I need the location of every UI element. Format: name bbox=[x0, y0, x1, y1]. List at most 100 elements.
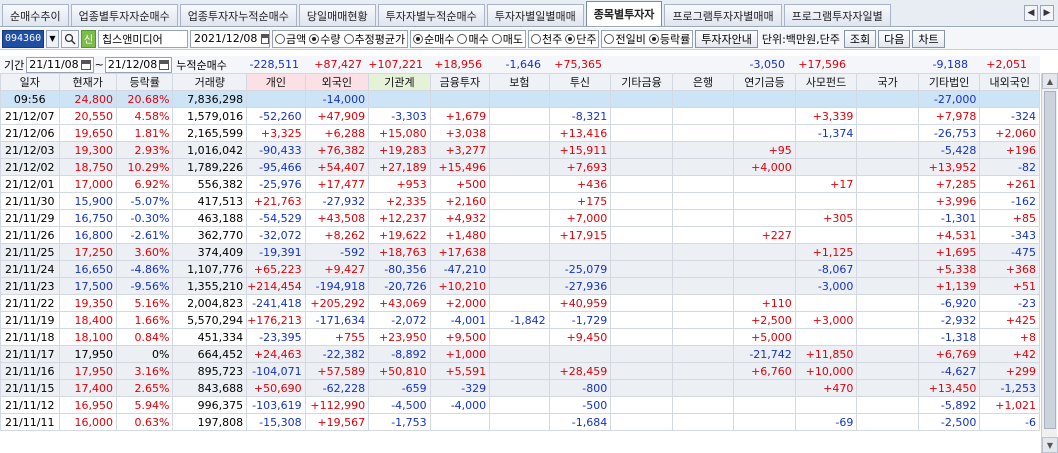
trade-side-radio-group: 순매수 매수 매도 bbox=[410, 29, 526, 48]
search-icon[interactable] bbox=[61, 29, 79, 48]
calendar-icon[interactable] bbox=[261, 33, 269, 44]
column-header[interactable]: 외국인 bbox=[304, 73, 370, 91]
table-cell bbox=[856, 209, 919, 227]
vertical-scrollbar[interactable]: ▲ ▼ bbox=[1041, 73, 1058, 453]
stock-code-input[interactable]: 094360 bbox=[2, 29, 44, 48]
period-to-field[interactable]: 21/12/08 bbox=[104, 56, 173, 73]
table-cell bbox=[671, 294, 735, 312]
radio-option[interactable]: 전일비 bbox=[604, 31, 646, 47]
column-header[interactable]: 금융투자 bbox=[429, 73, 491, 91]
column-header[interactable]: 기관계 bbox=[368, 73, 431, 91]
table-cell: 4.58% bbox=[115, 107, 174, 125]
radio-option[interactable]: 천주 bbox=[530, 31, 563, 47]
tab-4[interactable]: 투자자별누적순매수 bbox=[377, 4, 485, 26]
tab-2[interactable]: 업종투자자누적순매수 bbox=[179, 4, 297, 26]
query-date-field[interactable]: 2021/12/08 bbox=[190, 29, 270, 48]
radio-option[interactable]: 매수 bbox=[457, 31, 489, 47]
table-cell: 5.16% bbox=[115, 294, 174, 312]
tab-3[interactable]: 당일매매현황 bbox=[298, 4, 376, 26]
tab-scroll-right-icon[interactable]: ▶ bbox=[1040, 5, 1054, 21]
scrollbar-thumb[interactable] bbox=[1044, 91, 1056, 429]
code-dropdown-chevron-down-icon[interactable]: ▼ bbox=[46, 29, 59, 48]
table-row[interactable]: 21/11/16 17,950 3.16% 895,723 -104,071 +57,58… bbox=[0, 362, 1040, 380]
radio-option[interactable]: 매도 bbox=[491, 31, 523, 47]
column-header[interactable]: 사모펀드 bbox=[794, 73, 858, 91]
next-button[interactable]: 다음 bbox=[878, 29, 911, 48]
table-row[interactable]: 09:56 24,800 20.68% 7,836,298 -14,000 -27,000 bbox=[0, 90, 1040, 108]
column-header[interactable]: 보험 bbox=[489, 73, 550, 91]
tab-8[interactable]: 프로그램투자자일별 bbox=[783, 4, 891, 26]
column-header[interactable]: 현재가 bbox=[58, 73, 117, 91]
table-row[interactable]: 21/11/19 18,400 1.66% 5,570,294 +176,213 -171… bbox=[0, 311, 1040, 329]
scroll-up-icon[interactable]: ▲ bbox=[1042, 73, 1058, 89]
radio-dot-icon[interactable] bbox=[565, 33, 576, 44]
table-cell: 21/11/25 bbox=[0, 243, 60, 261]
radio-dot-icon[interactable] bbox=[648, 33, 659, 44]
chart-button[interactable]: 차트 bbox=[912, 29, 945, 48]
table-cell bbox=[489, 124, 550, 142]
column-header[interactable]: 투신 bbox=[548, 73, 612, 91]
radio-dot-icon[interactable] bbox=[309, 33, 320, 44]
radio-option[interactable]: 등락률 bbox=[648, 31, 690, 47]
investor-guide-button[interactable]: 투자자안내 bbox=[695, 29, 758, 48]
search-button[interactable]: 조회 bbox=[843, 29, 877, 48]
table-row[interactable]: 21/11/11 16,000 0.63% 197,808 -15,308 +19,567… bbox=[0, 413, 1040, 431]
column-header[interactable]: 기타금융 bbox=[610, 73, 673, 91]
table-cell: 21/11/18 bbox=[0, 328, 60, 346]
scroll-down-icon[interactable]: ▼ bbox=[1042, 437, 1058, 453]
table-row[interactable]: 21/12/06 19,650 1.81% 2,165,599 +3,325 +6,288… bbox=[0, 124, 1040, 142]
table-row[interactable]: 21/11/30 15,900 -5.07% 417,513 +21,763 -27,93… bbox=[0, 192, 1040, 210]
radio-dot-icon[interactable] bbox=[457, 33, 468, 44]
column-header[interactable]: 연기금등 bbox=[733, 73, 796, 91]
table-row[interactable]: 21/11/18 18,100 0.84% 451,334 -23,395 +755 +23… bbox=[0, 328, 1040, 346]
calendar-icon[interactable] bbox=[159, 59, 170, 70]
radio-dot-icon[interactable] bbox=[604, 33, 615, 44]
table-cell bbox=[671, 345, 735, 363]
table-row[interactable]: 21/11/15 17,400 2.65% 843,688 +50,690 -62,228… bbox=[0, 379, 1040, 397]
tab-scroll-left-icon[interactable]: ◀ bbox=[1024, 5, 1038, 21]
column-header[interactable]: 등락률 bbox=[115, 73, 174, 91]
table-cell bbox=[489, 396, 550, 414]
radio-option[interactable]: 순매수 bbox=[413, 31, 454, 47]
table-row[interactable]: 21/11/22 19,350 5.16% 2,004,823 -241,418 +205… bbox=[0, 294, 1040, 312]
table-row[interactable]: 21/11/12 16,950 5.94% 996,375 -103,619 +112,9… bbox=[0, 396, 1040, 414]
radio-option[interactable]: 추정평균가 bbox=[343, 31, 405, 47]
column-header[interactable]: 기타법인 bbox=[917, 73, 981, 91]
column-header[interactable]: 내외국인 bbox=[979, 73, 1040, 91]
column-header[interactable]: 개인 bbox=[246, 73, 306, 91]
table-row[interactable]: 21/12/07 20,550 4.58% 1,579,016 -52,260 +47,9… bbox=[0, 107, 1040, 125]
table-row[interactable]: 21/11/25 17,250 3.60% 374,409 -19,391 -592 +18… bbox=[0, 243, 1040, 261]
column-header[interactable]: 국가 bbox=[856, 73, 919, 91]
column-header[interactable]: 거래량 bbox=[172, 73, 248, 91]
table-row[interactable]: 21/12/02 18,750 10.29% 1,789,226 -95,466 +54,… bbox=[0, 158, 1040, 176]
radio-option[interactable]: 단주 bbox=[565, 31, 596, 47]
tab-0[interactable]: 순매수추이 bbox=[2, 4, 69, 26]
stock-name-field[interactable]: 칩스앤미디어 bbox=[98, 29, 188, 48]
column-header[interactable]: 일자 bbox=[0, 73, 60, 91]
table-cell bbox=[856, 294, 919, 312]
radio-option[interactable]: 수량 bbox=[309, 31, 341, 47]
radio-dot-icon[interactable] bbox=[275, 33, 285, 44]
table-cell: +2,160 bbox=[429, 192, 491, 210]
period-from-field[interactable]: 21/11/08 bbox=[26, 56, 94, 73]
table-row[interactable]: 21/11/24 16,650 -4.86% 1,107,776 +65,223 +9,4… bbox=[0, 260, 1040, 278]
radio-option[interactable]: 금액 bbox=[275, 31, 306, 47]
table-row[interactable]: 21/12/03 19,300 2.93% 1,016,042 -90,433 +76,3… bbox=[0, 141, 1040, 159]
calendar-icon[interactable] bbox=[80, 59, 91, 70]
table-cell: 463,188 bbox=[172, 209, 248, 227]
tab-5[interactable]: 투자자별일별매매 bbox=[486, 4, 584, 26]
table-row[interactable]: 21/11/23 17,500 -9.56% 1,355,210 +214,454 -19… bbox=[0, 277, 1040, 295]
table-row[interactable]: 21/11/29 16,750 -0.30% 463,188 -54,529 +43,50… bbox=[0, 209, 1040, 227]
column-header[interactable]: 은행 bbox=[671, 73, 735, 91]
tab-6[interactable]: 종목별투자자 bbox=[585, 1, 663, 26]
radio-dot-icon[interactable] bbox=[491, 33, 502, 44]
radio-label: 천주 bbox=[541, 32, 563, 46]
table-row[interactable]: 21/11/26 16,800 -2.61% 362,770 -32,072 +8,262… bbox=[0, 226, 1040, 244]
table-row[interactable]: 21/12/01 17,000 6.92% 556,382 -25,976 +17,477… bbox=[0, 175, 1040, 193]
radio-dot-icon[interactable] bbox=[413, 33, 424, 44]
tab-1[interactable]: 업종별투자자순매수 bbox=[70, 4, 178, 26]
radio-dot-icon[interactable] bbox=[530, 33, 541, 44]
radio-dot-icon[interactable] bbox=[343, 33, 354, 44]
table-row[interactable]: 21/11/17 17,950 0% 664,452 +24,463 -22,382 -8,… bbox=[0, 345, 1040, 363]
tab-7[interactable]: 프로그램투자자별매매 bbox=[664, 4, 782, 26]
